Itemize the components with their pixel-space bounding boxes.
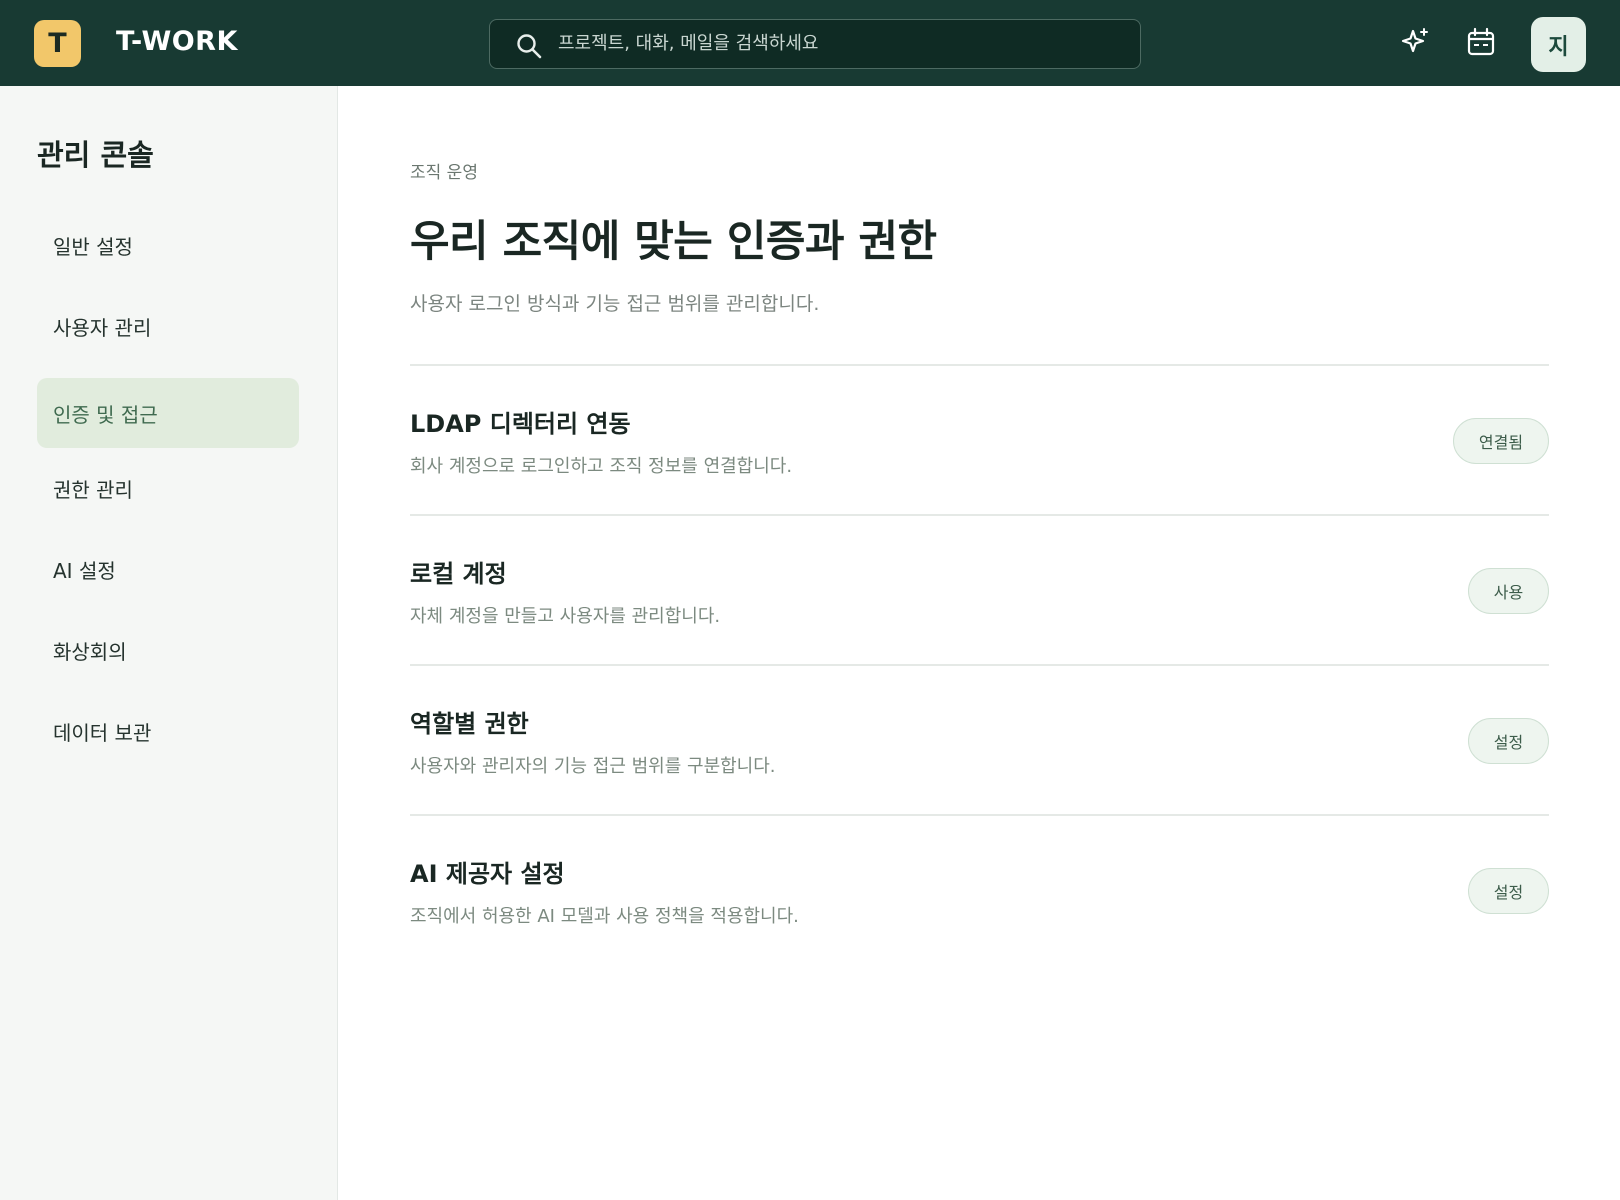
role-permissions-settings-button[interactable]: 설정 xyxy=(1468,718,1549,764)
sidebar-item-permissions[interactable]: 권한 관리 xyxy=(37,453,299,523)
sidebar-item-label: 사용자 관리 xyxy=(53,315,152,340)
sidebar-item-label: 인증 및 접근 xyxy=(53,402,158,427)
section-eyebrow: 조직 운영 xyxy=(410,163,478,183)
sidebar-item-label: 데이터 보관 xyxy=(53,720,152,745)
ai-sparkle-button[interactable] xyxy=(1398,25,1432,59)
sidebar-item-video-conference[interactable]: 화상회의 xyxy=(37,615,299,685)
divider xyxy=(410,664,1549,666)
sidebar: 관리 콘솔 일반 설정 사용자 관리 인증 및 접근 권한 관리 AI 설정 화… xyxy=(0,86,338,1200)
app-logo[interactable]: T xyxy=(34,20,81,67)
sidebar-item-general-settings[interactable]: 일반 설정 xyxy=(37,210,299,280)
page-description: 사용자 로그인 방식과 기능 접근 범위를 관리합니다. xyxy=(410,293,820,315)
ai-provider-settings-button[interactable]: 설정 xyxy=(1468,868,1549,914)
sidebar-item-label: 일반 설정 xyxy=(53,234,133,259)
sidebar-item-auth-access[interactable]: 인증 및 접근 xyxy=(37,378,299,448)
divider xyxy=(410,514,1549,516)
divider xyxy=(410,364,1549,366)
ldap-status-button[interactable]: 연결됨 xyxy=(1453,418,1549,464)
sparkle-icon xyxy=(1401,28,1428,53)
setting-description-local-account: 자체 계정을 만들고 사용자를 관리합니다. xyxy=(410,606,721,627)
setting-description-role-permissions: 사용자와 관리자의 기능 접근 범위를 구분합니다. xyxy=(410,756,776,777)
main-content: 조직 운영 우리 조직에 맞는 인증과 권한 사용자 로그인 방식과 기능 접근… xyxy=(338,86,1620,1200)
local-account-use-button[interactable]: 사용 xyxy=(1468,568,1549,614)
search-icon xyxy=(517,34,542,59)
sidebar-item-label: AI 설정 xyxy=(53,558,116,583)
brand-name: T-WORK xyxy=(116,26,238,57)
sidebar-item-ai-settings[interactable]: AI 설정 xyxy=(37,534,299,604)
calendar-button[interactable] xyxy=(1464,25,1498,59)
sidebar-item-label: 화상회의 xyxy=(53,639,127,664)
sidebar-title: 관리 콘솔 xyxy=(37,138,154,172)
setting-description-ldap: 회사 계정으로 로그인하고 조직 정보를 연결합니다. xyxy=(410,456,793,477)
sidebar-item-data-retention[interactable]: 데이터 보관 xyxy=(37,696,299,766)
setting-title-ldap: LDAP 디렉터리 연동 xyxy=(410,410,631,438)
search-bar[interactable] xyxy=(489,19,1141,69)
sidebar-item-label: 권한 관리 xyxy=(53,477,133,502)
setting-title-role-permissions: 역할별 권한 xyxy=(410,710,529,738)
setting-description-ai-provider: 조직에서 허용한 AI 모델과 사용 정책을 적용합니다. xyxy=(410,906,799,927)
search-input[interactable] xyxy=(558,20,1128,67)
page-title: 우리 조직에 맞는 인증과 권한 xyxy=(410,217,937,267)
user-avatar[interactable]: 지 xyxy=(1531,17,1586,72)
setting-title-local-account: 로컬 계정 xyxy=(410,560,507,588)
top-bar: T T-WORK 지 xyxy=(0,0,1620,86)
divider xyxy=(410,814,1549,816)
setting-title-ai-provider: AI 제공자 설정 xyxy=(410,860,565,888)
calendar-icon xyxy=(1467,27,1495,56)
sidebar-item-user-management[interactable]: 사용자 관리 xyxy=(37,291,299,361)
